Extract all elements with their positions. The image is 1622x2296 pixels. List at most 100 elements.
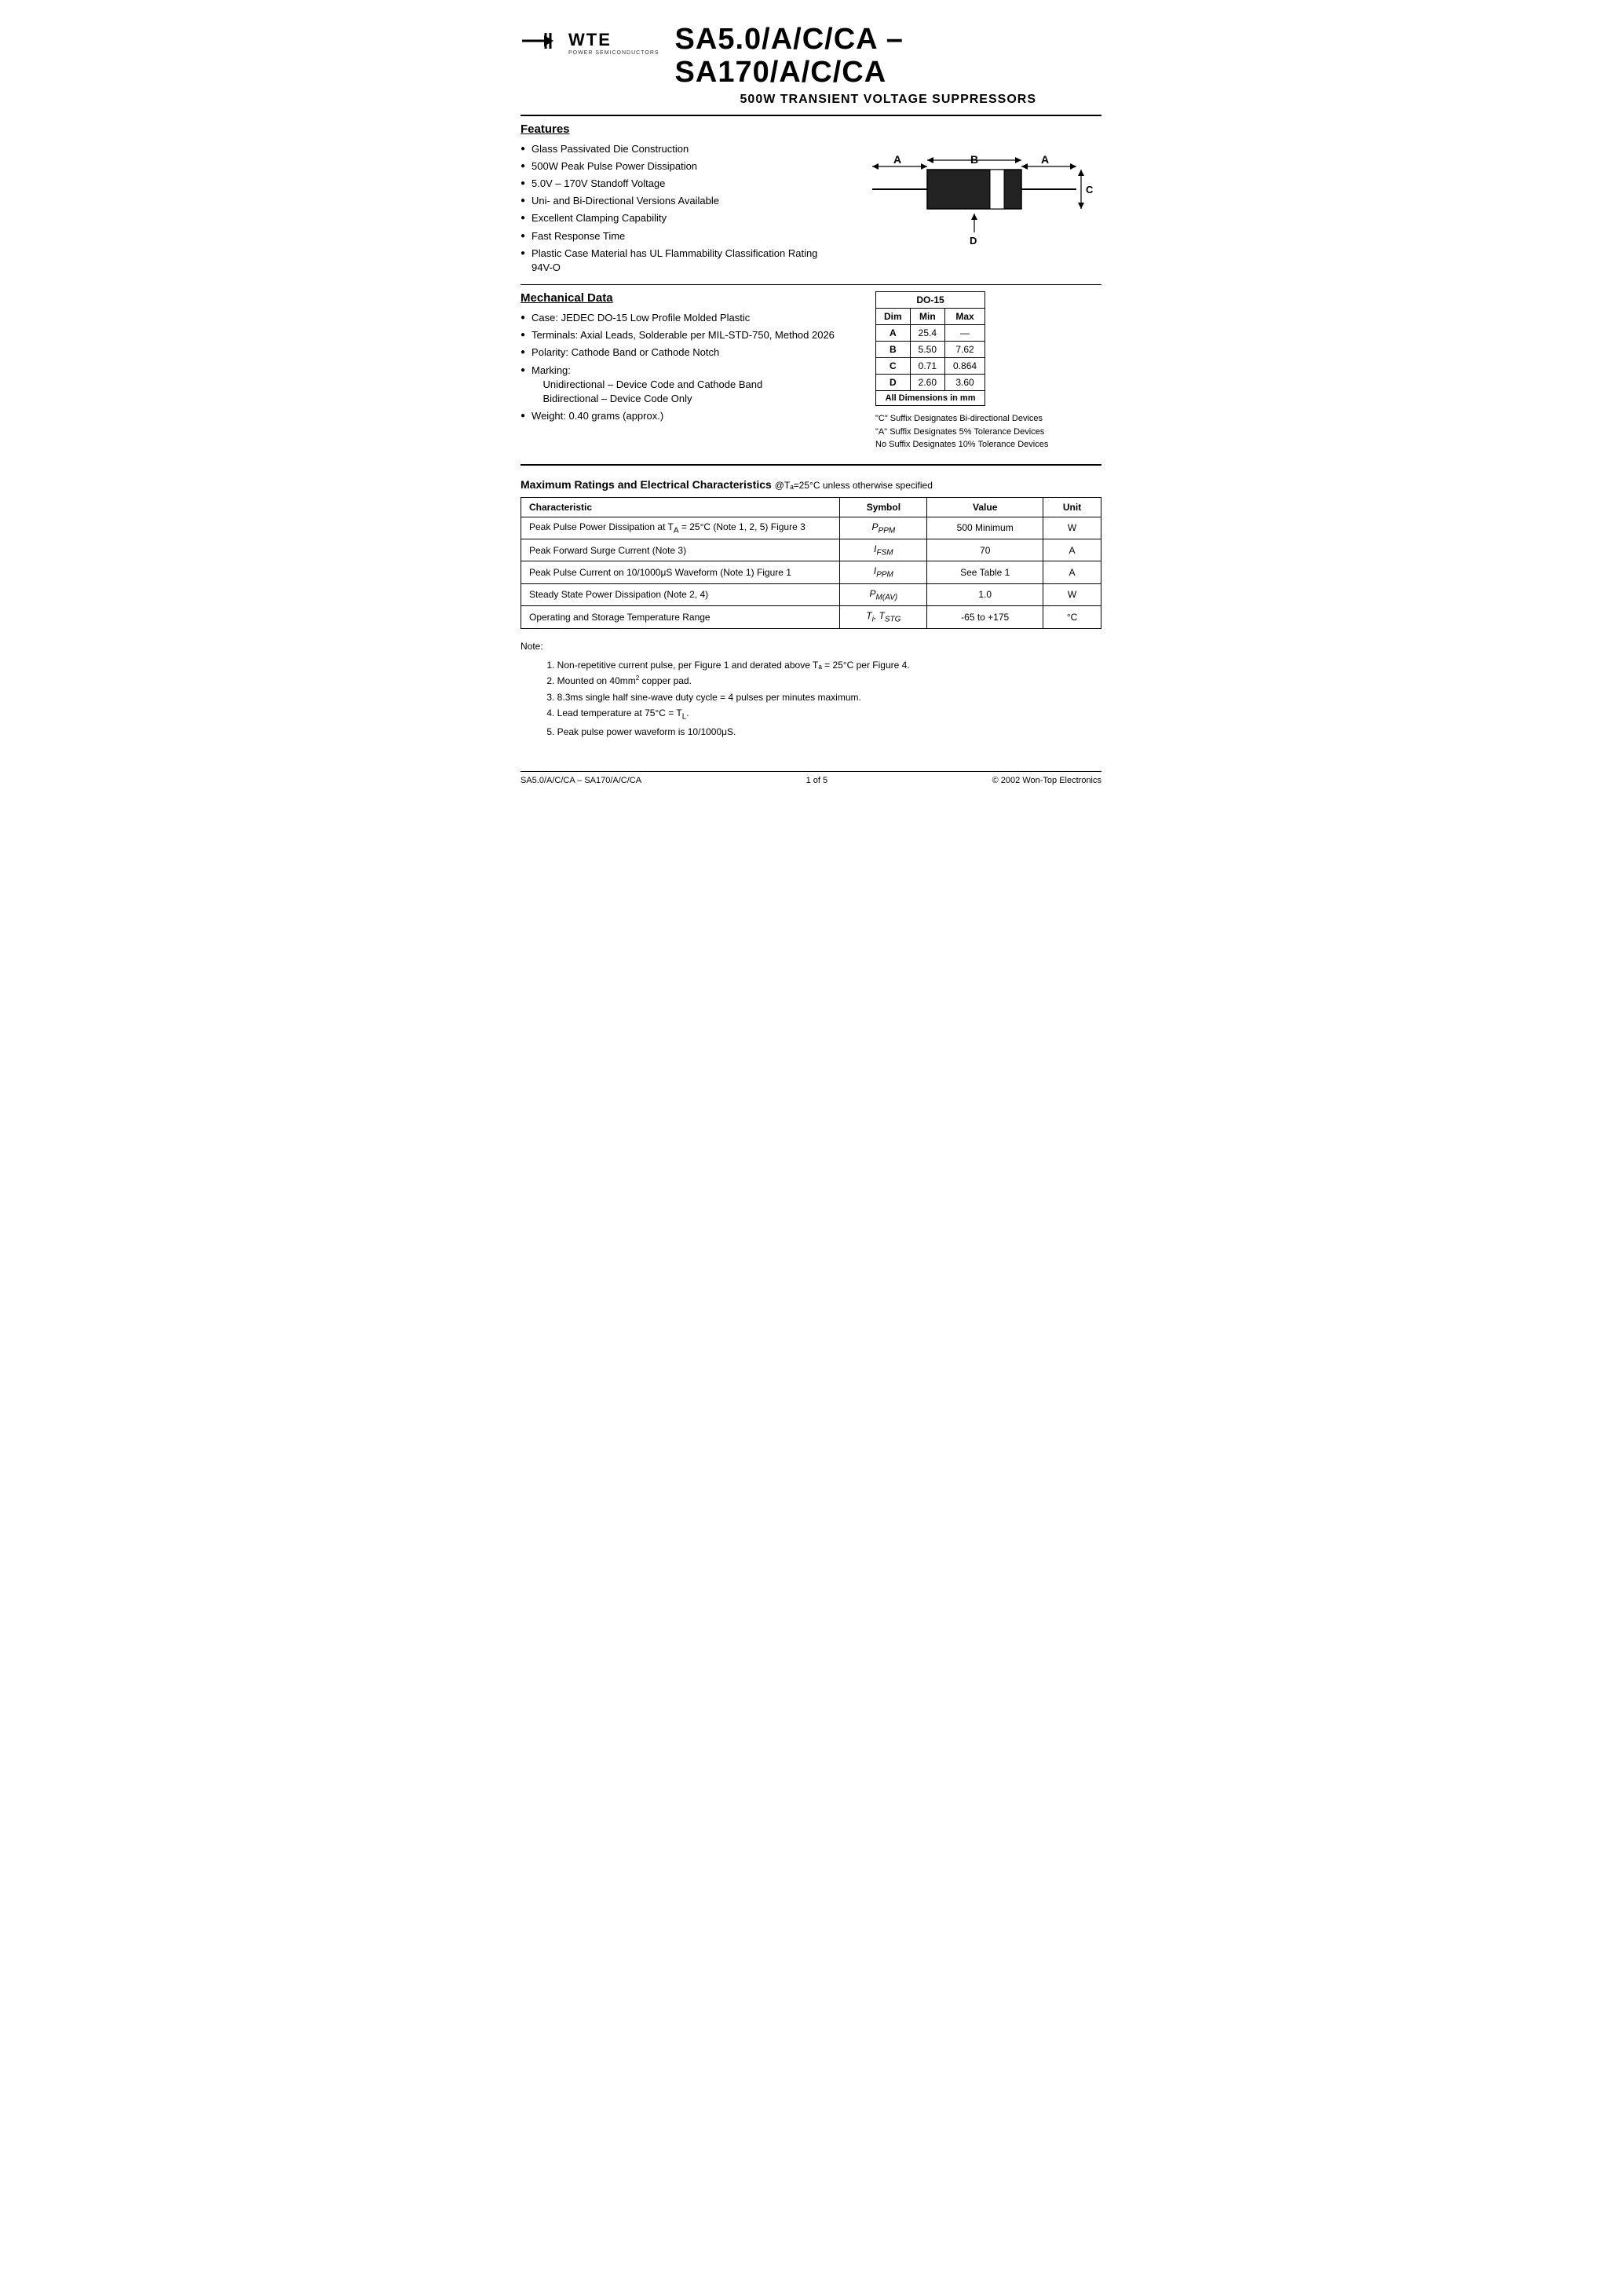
val-pmav: 1.0 <box>927 583 1043 605</box>
svg-text:A: A <box>893 153 901 166</box>
table-row: Operating and Storage Temperature Range … <box>521 606 1101 628</box>
do15-header-max: Max <box>945 309 985 325</box>
table-row: Peak Pulse Power Dissipation at TA = 25°… <box>521 517 1101 539</box>
char-ifsm: Peak Forward Surge Current (Note 3) <box>521 539 840 561</box>
table-row: C 0.71 0.864 <box>876 358 985 375</box>
table-row: D 2.60 3.60 <box>876 375 985 391</box>
header-symbol: Symbol <box>840 497 927 517</box>
logo-subtitle: POWER SEMICONDUCTORS <box>568 50 659 56</box>
list-item: Fast Response Time <box>521 229 831 243</box>
notes-section: Note: 1. Non-repetitive current pulse, p… <box>521 638 1101 740</box>
footer-right: © 2002 Won-Top Electronics <box>992 776 1101 785</box>
table-row: Peak Forward Surge Current (Note 3) IFSM… <box>521 539 1101 561</box>
features-column: Features Glass Passivated Die Constructi… <box>521 122 831 279</box>
do15-dimensions-table: DO-15 Dim Min Max A 25.4 — B 5.50 7.62 C… <box>875 291 985 406</box>
dim-a: A <box>876 325 911 342</box>
unit-pmav: W <box>1043 583 1101 605</box>
footnote-line: "A" Suffix Designates 5% Tolerance Devic… <box>875 426 1101 439</box>
sym-ifsm: IFSM <box>840 539 927 561</box>
do15-header-dim: Dim <box>876 309 911 325</box>
sym-pppm: PPPM <box>840 517 927 539</box>
list-item: Polarity: Cathode Band or Cathode Notch <box>521 345 860 360</box>
logo-text: WTE POWER SEMICONDUCTORS <box>568 30 659 56</box>
header-unit: Unit <box>1043 497 1101 517</box>
val-temp: -65 to +175 <box>927 606 1043 628</box>
min-d: 2.60 <box>910 375 944 391</box>
notes-list: 1. Non-repetitive current pulse, per Fig… <box>521 657 1101 740</box>
features-section: Features Glass Passivated Die Constructi… <box>521 122 1101 279</box>
list-item: 5.0V – 170V Standoff Voltage <box>521 177 831 191</box>
char-ippm: Peak Pulse Current on 10/1000μS Waveform… <box>521 561 840 583</box>
note-2: 2. Mounted on 40mm2 copper pad. <box>536 673 1101 689</box>
mechanical-list: Case: JEDEC DO-15 Low Profile Molded Pla… <box>521 311 860 423</box>
list-item: 500W Peak Pulse Power Dissipation <box>521 159 831 174</box>
val-pppm: 500 Minimum <box>927 517 1043 539</box>
note-3: 3. 8.3ms single half sine-wave duty cycl… <box>536 689 1101 705</box>
mechanical-section: Mechanical Data Case: JEDEC DO-15 Low Pr… <box>521 291 1101 452</box>
dim-b: B <box>876 342 911 358</box>
ratings-table: Characteristic Symbol Value Unit Peak Pu… <box>521 497 1101 629</box>
unit-ifsm: A <box>1043 539 1101 561</box>
do15-footer: All Dimensions in mm <box>876 391 985 406</box>
table-row: A 25.4 — <box>876 325 985 342</box>
do15-title: DO-15 <box>876 292 985 309</box>
logo-wte: WTE <box>568 30 612 50</box>
logo-area: WTE POWER SEMICONDUCTORS <box>521 24 659 61</box>
table-row: All Dimensions in mm <box>876 391 985 406</box>
page-header: WTE POWER SEMICONDUCTORS SA5.0/A/C/CA – … <box>521 24 1101 107</box>
do15-header-min: Min <box>910 309 944 325</box>
unit-temp: °C <box>1043 606 1101 628</box>
ratings-title: Maximum Ratings and Electrical Character… <box>521 478 1101 491</box>
ratings-section: Maximum Ratings and Electrical Character… <box>521 478 1101 629</box>
table-row: Steady State Power Dissipation (Note 2, … <box>521 583 1101 605</box>
header-value: Value <box>927 497 1043 517</box>
mechanical-title: Mechanical Data <box>521 291 860 305</box>
list-item: Weight: 0.40 grams (approx.) <box>521 409 860 423</box>
diagram-column: A B A C D <box>847 122 1101 279</box>
mechanical-column: Mechanical Data Case: JEDEC DO-15 Low Pr… <box>521 291 860 452</box>
footnote-line: "C" Suffix Designates Bi-directional Dev… <box>875 412 1101 426</box>
header-characteristic: Characteristic <box>521 497 840 517</box>
char-pppm: Peak Pulse Power Dissipation at TA = 25°… <box>521 517 840 539</box>
val-ifsm: 70 <box>927 539 1043 561</box>
table-header-row: Characteristic Symbol Value Unit <box>521 497 1101 517</box>
sub-title: 500W TRANSIENT VOLTAGE SUPPRESSORS <box>675 93 1101 107</box>
min-a: 25.4 <box>910 325 944 342</box>
list-item: Excellent Clamping Capability <box>521 211 831 225</box>
dim-c: C <box>876 358 911 375</box>
svg-text:A: A <box>1041 153 1049 166</box>
max-d: 3.60 <box>945 375 985 391</box>
logo-icon <box>521 24 564 61</box>
sym-temp: Ti, TSTG <box>840 606 927 628</box>
min-b: 5.50 <box>910 342 944 358</box>
notes-label: Note: <box>521 641 543 652</box>
svg-text:B: B <box>970 153 978 166</box>
main-title: SA5.0/A/C/CA – SA170/A/C/CA <box>675 24 1101 90</box>
footer-center: 1 of 5 <box>806 776 828 785</box>
section-divider <box>521 284 1101 285</box>
do15-footnotes: "C" Suffix Designates Bi-directional Dev… <box>875 412 1101 452</box>
unit-ippm: A <box>1043 561 1101 583</box>
note-4: 4. Lead temperature at 75°C = TL. <box>536 705 1101 723</box>
table-row: Peak Pulse Current on 10/1000μS Waveform… <box>521 561 1101 583</box>
min-c: 0.71 <box>910 358 944 375</box>
list-item: Marking: Unidirectional – Device Code an… <box>521 364 860 407</box>
unit-pppm: W <box>1043 517 1101 539</box>
footnote-line: No Suffix Designates 10% Tolerance Devic… <box>875 438 1101 452</box>
title-area: SA5.0/A/C/CA – SA170/A/C/CA 500W TRANSIE… <box>675 24 1101 107</box>
list-item: Terminals: Axial Leads, Solderable per M… <box>521 328 860 342</box>
svg-text:D: D <box>970 235 977 247</box>
note-5: 5. Peak pulse power waveform is 10/1000μ… <box>536 724 1101 740</box>
do15-table-column: DO-15 Dim Min Max A 25.4 — B 5.50 7.62 C… <box>875 291 1101 452</box>
features-title: Features <box>521 122 831 136</box>
list-item: Plastic Case Material has UL Flammabilit… <box>521 247 831 275</box>
dim-d: D <box>876 375 911 391</box>
page-footer: SA5.0/A/C/CA – SA170/A/C/CA 1 of 5 © 200… <box>521 771 1101 785</box>
table-row: B 5.50 7.62 <box>876 342 985 358</box>
note-1: 1. Non-repetitive current pulse, per Fig… <box>536 657 1101 673</box>
svg-text:C: C <box>1086 184 1094 196</box>
ratings-divider <box>521 464 1101 466</box>
features-list: Glass Passivated Die Construction 500W P… <box>521 142 831 276</box>
list-item: Uni- and Bi-Directional Versions Availab… <box>521 194 831 208</box>
max-a: — <box>945 325 985 342</box>
